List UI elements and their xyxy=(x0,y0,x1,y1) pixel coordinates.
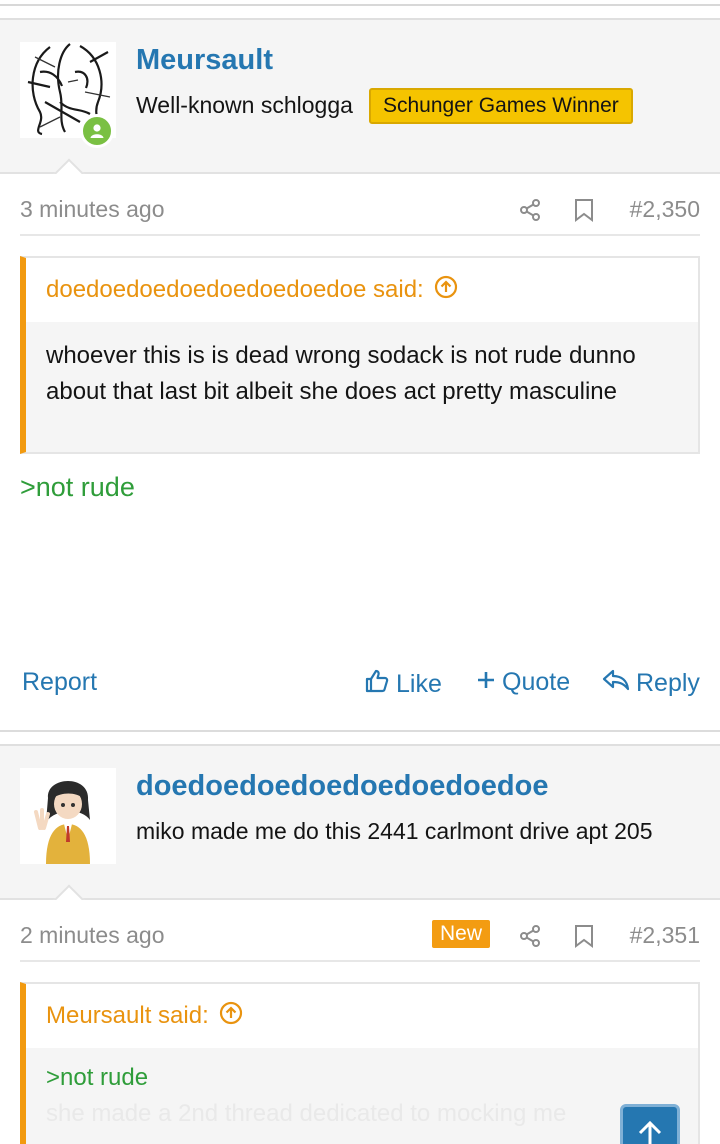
quote-text: >not rude she made a 2nd thread dedicate… xyxy=(26,1048,698,1144)
post-2-user-header: doedoedoedoedoedoedoedoe miko made me do… xyxy=(0,744,720,916)
post-number[interactable]: #2,351 xyxy=(630,922,700,949)
new-badge: New xyxy=(432,920,491,948)
user-title: Well-known schlogga xyxy=(136,92,353,118)
arrow-up-circle-icon[interactable] xyxy=(219,1001,243,1032)
thumbs-up-icon xyxy=(364,668,390,701)
post-number[interactable]: #2,350 xyxy=(630,196,700,223)
username[interactable]: Meursault xyxy=(136,44,273,77)
greentext-line: >not rude xyxy=(20,472,135,502)
quote-label: Quote xyxy=(502,668,571,696)
quote-text: whoever this is is dead wrong sodack is … xyxy=(46,342,636,405)
arrow-up-icon xyxy=(636,1119,664,1144)
bookmark-icon[interactable] xyxy=(573,924,595,953)
post-time[interactable]: 3 minutes ago xyxy=(20,196,164,223)
username[interactable]: doedoedoedoedoedoedoedoe xyxy=(136,770,548,803)
reply-button[interactable]: Reply xyxy=(602,668,700,699)
share-icon[interactable] xyxy=(518,924,542,953)
user-banner: Schunger Games Winner xyxy=(369,88,633,124)
reply-icon xyxy=(602,668,630,699)
like-label: Like xyxy=(396,670,442,698)
share-icon[interactable] xyxy=(518,198,542,227)
quote-author[interactable]: doedoedoedoedoedoedoedoe said: xyxy=(46,276,424,304)
quote-greentext: >not rude xyxy=(46,1064,149,1091)
post-meta: 3 minutes ago #2,350 xyxy=(20,174,700,236)
bookmark-icon[interactable] xyxy=(573,198,595,227)
user-title: miko made me do this 2441 carlmont drive… xyxy=(136,818,653,844)
quote-author[interactable]: Meursault said: xyxy=(46,1002,209,1030)
arrow-up-circle-icon[interactable] xyxy=(434,275,458,306)
quote-header[interactable]: Meursault said: xyxy=(26,984,698,1048)
reply-label: Reply xyxy=(636,669,700,697)
post-1-user-header: Meursault Well-known schlogga Schunger G… xyxy=(0,18,720,190)
quote-header[interactable]: doedoedoedoedoedoedoedoe said: xyxy=(26,258,698,322)
quote-block: Meursault said: >not rude she made a 2nd… xyxy=(20,982,700,1144)
avatar[interactable] xyxy=(20,768,116,864)
quote-faded-text: she made a 2nd thread dedicated to mocki… xyxy=(46,1100,567,1127)
top-spacer xyxy=(0,0,720,6)
post-1-body: 3 minutes ago #2,350 doedoedoedoedoedoed… xyxy=(0,174,720,730)
scroll-to-top-button[interactable] xyxy=(620,1104,680,1144)
post-2-body: 2 minutes ago New #2,351 Meursault said:… xyxy=(0,900,720,1144)
online-status-icon xyxy=(80,114,114,148)
plus-icon xyxy=(476,668,496,697)
quote-button[interactable]: Quote xyxy=(476,668,570,697)
post-time[interactable]: 2 minutes ago xyxy=(20,922,164,949)
post-meta: 2 minutes ago New #2,351 xyxy=(20,900,700,962)
quote-block: doedoedoedoedoedoedoedoe said: whoever t… xyxy=(20,256,700,454)
report-label: Report xyxy=(22,668,98,696)
report-button[interactable]: Report xyxy=(22,668,97,697)
like-button[interactable]: Like xyxy=(364,668,442,701)
